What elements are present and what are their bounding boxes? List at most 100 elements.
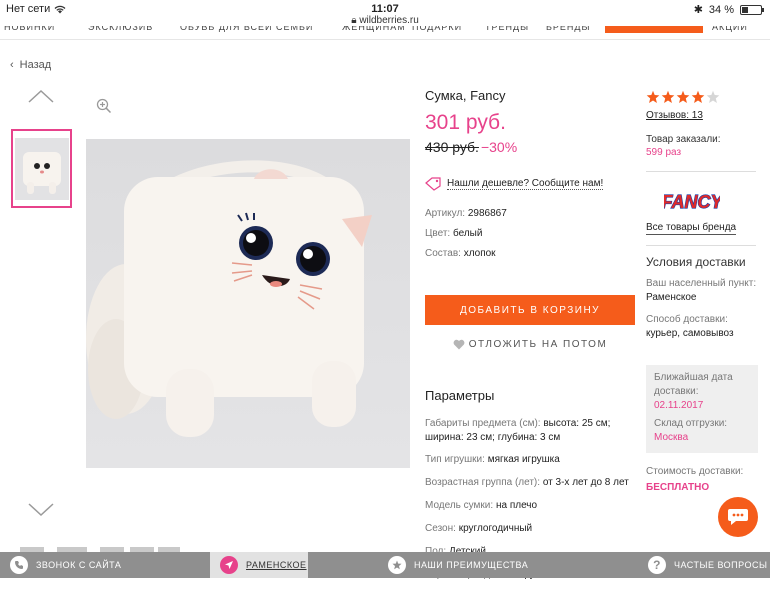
back-link[interactable]: ‹ Назад: [10, 59, 51, 71]
rating-stars: [646, 90, 756, 104]
nav-item-shoes[interactable]: ОБУВЬ ДЛЯ ВСЕЙ СЕМЬИ: [180, 26, 313, 34]
lock-icon: 🔒︎: [351, 15, 357, 26]
prop-value: 2986867: [467, 208, 507, 219]
divider: [646, 245, 756, 246]
faq-label: ЧАСТЫЕ ВОПРОСЫ: [674, 560, 768, 570]
status-bar: Нет сети 11:07 🔒︎ wildberries.ru ✱ 34 %: [0, 0, 770, 26]
reviews-link[interactable]: Отзывов: 13: [646, 110, 756, 121]
faq-button[interactable]: ? ЧАСТЫЕ ВОПРОСЫ: [638, 552, 770, 578]
param-key: Сезон:: [425, 523, 456, 534]
delivery-cost-label: Стоимость доставки:: [646, 466, 744, 477]
advantages-button[interactable]: НАШИ ПРЕИМУЩЕСТВА: [308, 552, 638, 578]
zoom-in-icon[interactable]: [96, 98, 112, 114]
product-photo[interactable]: [86, 139, 410, 468]
city-selector[interactable]: РАМЕНСКОЕ: [210, 552, 308, 578]
back-label: Назад: [19, 59, 52, 71]
parameters-heading: Параметры: [425, 388, 495, 403]
chat-bubble-icon: [728, 509, 748, 525]
prop-composition: Состав: хлопок: [425, 248, 637, 259]
top-nav: НОВИНКИ ЭКСКЛЮЗИВ ОБУВЬ ДЛЯ ВСЕЙ СЕМЬИ Ж…: [0, 26, 770, 40]
locality-value[interactable]: Раменское: [646, 291, 758, 305]
star-filled-icon: [676, 90, 690, 104]
chevron-down-icon[interactable]: [27, 502, 55, 518]
old-price: 430 руб.: [425, 139, 479, 155]
ordered-value: 599 раз: [646, 147, 682, 158]
bag-thumbnail-image: [14, 137, 69, 200]
nav-item-exclusive[interactable]: ЭКСКЛЮЗИВ: [88, 26, 153, 34]
brand-logo[interactable]: FANCY: [664, 187, 720, 215]
param-value: от 3-х лет до 8 лет: [542, 477, 629, 488]
save-for-later-label: ОТЛОЖИТЬ НА ПОТОМ: [468, 338, 608, 350]
ordered-label: Товар заказали:: [646, 134, 721, 145]
address-bar[interactable]: 🔒︎ wildberries.ru: [0, 15, 770, 26]
nav-item-trends[interactable]: ТРЕНДЫ: [485, 26, 529, 34]
found-cheaper-link[interactable]: Нашли дешевле? Сообщите нам!: [425, 177, 637, 191]
add-to-cart-button[interactable]: ДОБАВИТЬ В КОРЗИНУ: [425, 295, 635, 325]
call-back-button[interactable]: ЗВОНОК С САЙТА: [0, 552, 210, 578]
bottom-bar: ЗВОНОК С САЙТА РАМЕНСКОЕ НАШИ ПРЕИМУЩЕСТ…: [0, 552, 770, 578]
phone-icon: [10, 556, 28, 574]
locality-label: Ваш населенный пункт:: [646, 278, 757, 289]
param-key: Тип игрушки:: [425, 454, 485, 465]
advantages-label: НАШИ ПРЕИМУЩЕСТВА: [414, 560, 529, 570]
save-for-later-button[interactable]: ОТЛОЖИТЬ НА ПОТОМ: [425, 337, 635, 351]
chat-button[interactable]: [718, 497, 758, 537]
product-props: Артикул: 2986867 Цвет: белый Состав: хло…: [425, 208, 637, 259]
nav-item-new[interactable]: НОВИНКИ: [4, 26, 55, 34]
star-icon: [388, 556, 406, 574]
product-price: 301 руб.: [425, 111, 506, 134]
param-row: Возрастная группа (лет): от 3-х лет до 8…: [425, 476, 645, 490]
rating-block: Отзывов: 13 Товар заказали: 599 раз: [646, 90, 756, 158]
url-text: wildberries.ru: [359, 15, 419, 26]
warehouse-label: Склад отгрузки:: [654, 418, 728, 429]
param-row: Сезон: круглогодичный: [425, 522, 645, 536]
warehouse-value: Москва: [654, 432, 689, 443]
battery-fill: [742, 6, 749, 13]
old-price-row: 430 руб. −30%: [425, 139, 637, 155]
star-filled-icon: [661, 90, 675, 104]
delivery-method-value: курьер, самовывоз: [646, 328, 734, 339]
param-row: Габариты предмета (см): высота: 25 см; ш…: [425, 417, 645, 445]
chevron-up-icon[interactable]: [27, 88, 55, 104]
system-status: ✱ 34 %: [694, 3, 764, 16]
heart-icon: [453, 339, 465, 349]
product-thumbnail[interactable]: [11, 129, 72, 208]
divider: [646, 171, 756, 172]
brand-logo-text: FANCY: [664, 192, 720, 212]
param-value: на плечо: [495, 500, 538, 511]
nav-item-women[interactable]: ЖЕНЩИНАМ: [342, 26, 406, 34]
prop-value: белый: [452, 228, 483, 239]
delivery-heading: Условия доставки: [646, 255, 746, 269]
delivery-method-label: Способ доставки:: [646, 314, 728, 325]
price-tag-icon: [425, 177, 441, 191]
param-key: Модель сумки:: [425, 500, 494, 511]
param-value: круглогодичный: [458, 523, 533, 534]
all-brand-items-link[interactable]: Все товары бренда: [646, 222, 737, 235]
prop-value: хлопок: [463, 248, 496, 259]
location-arrow-icon: [220, 556, 238, 574]
clock: 11:07: [371, 3, 399, 15]
found-cheaper-label: Нашли дешевле? Сообщите нам!: [447, 178, 604, 190]
prop-article: Артикул: 2986867: [425, 208, 637, 219]
nearest-date-label: Ближайшая дата доставки:: [654, 372, 733, 397]
param-row: Модель сумки: на плечо: [425, 499, 645, 513]
nav-promo-tab[interactable]: [605, 26, 703, 33]
delivery-info: Ваш населенный пункт: Раменское Способ д…: [646, 277, 758, 349]
battery-label: 34 %: [708, 3, 734, 16]
nav-item-sales[interactable]: АКЦИИ: [712, 26, 748, 34]
nearest-date-value: 02.11.2017: [654, 400, 704, 411]
param-key: Возрастная группа (лет):: [425, 477, 541, 488]
nav-item-brands[interactable]: БРЕНДЫ: [546, 26, 590, 34]
product-info: Сумка, Fancy 301 руб. 430 руб. −30% Нашли…: [425, 88, 637, 268]
product-title: Сумка, Fancy: [425, 88, 506, 103]
call-back-label: ЗВОНОК С САЙТА: [36, 560, 122, 570]
bag-image: [86, 160, 372, 437]
prop-key: Артикул:: [425, 208, 466, 219]
param-key: Габариты предмета (см):: [425, 418, 541, 429]
delivery-cost: Стоимость доставки: БЕСПЛАТНО: [646, 464, 743, 496]
delivery-date-box: Ближайшая дата доставки: 02.11.2017 Скла…: [646, 365, 758, 453]
prop-key: Цвет:: [425, 228, 451, 239]
nav-item-gifts[interactable]: ПОДАРКИ: [412, 26, 462, 34]
prop-color: Цвет: белый: [425, 228, 637, 239]
star-empty-icon: [706, 90, 720, 104]
